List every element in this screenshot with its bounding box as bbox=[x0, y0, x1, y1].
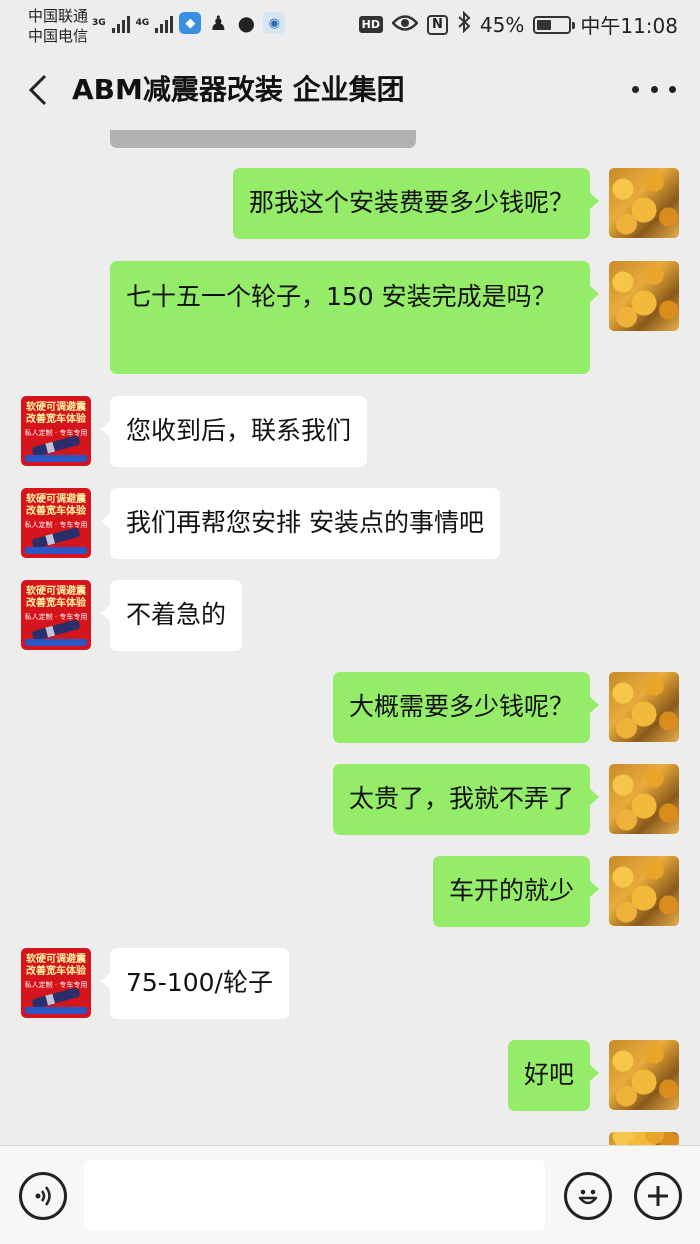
shop-avatar[interactable]: 软硬可调避震 改善宽车体验 私人定制 · 专车专用 bbox=[21, 580, 91, 650]
app-notification-icon: ◉ bbox=[263, 12, 286, 34]
avatar-text-line: 改善宽车体验 bbox=[26, 414, 86, 425]
chat-title: ABM减震器改装 企业集团 bbox=[72, 73, 405, 106]
hd-icon: HD bbox=[358, 16, 384, 33]
avatar-text-line: 软硬可调避震 bbox=[26, 494, 86, 505]
avatar-text-line: 改善宽车体验 bbox=[26, 966, 86, 977]
chat-header: ABM减震器改装 企业集团 bbox=[0, 52, 700, 128]
message-bubble-other[interactable]: 我们再帮您安排 安装点的事情吧 bbox=[101, 488, 500, 559]
message-bubble-self[interactable]: 那我这个安装费要多少钱呢？ bbox=[232, 168, 600, 239]
message-bubble-self[interactable]: 车开的就少 bbox=[432, 856, 600, 927]
my-avatar[interactable] bbox=[609, 261, 679, 331]
carrier-1: 中国联通 bbox=[28, 7, 89, 25]
battery-icon bbox=[533, 15, 576, 34]
clipped-message[interactable] bbox=[110, 130, 416, 148]
message-bubble-self[interactable]: 好吧 bbox=[507, 1040, 600, 1111]
shock-absorber-icon bbox=[31, 986, 81, 1010]
my-avatar[interactable] bbox=[609, 764, 679, 834]
input-bar bbox=[0, 1145, 700, 1244]
avatar-footer bbox=[25, 455, 87, 462]
avatar-footer bbox=[25, 639, 87, 646]
back-button[interactable] bbox=[20, 72, 56, 108]
shock-absorber-icon bbox=[31, 526, 81, 550]
signal-icon bbox=[155, 13, 174, 33]
voice-button[interactable] bbox=[19, 1172, 67, 1220]
emoji-button[interactable] bbox=[564, 1172, 612, 1220]
avatar-text-line: 软硬可调避震 bbox=[26, 586, 86, 597]
network-type-1: 3G bbox=[92, 17, 106, 28]
carrier-info: 中国联通 中国电信 bbox=[28, 6, 88, 46]
my-avatar[interactable] bbox=[609, 672, 679, 742]
avatar-footer bbox=[25, 547, 87, 554]
qq-icon: ♟ bbox=[209, 11, 228, 35]
avatar-footer bbox=[25, 1007, 87, 1014]
battery-level bbox=[537, 19, 551, 30]
avatar-text-line: 改善宽车体验 bbox=[26, 598, 86, 609]
carrier-2: 中国电信 bbox=[28, 27, 89, 45]
nfc-icon: N bbox=[427, 14, 448, 35]
status-right-icons: HD N 45% 中午11:08 bbox=[358, 10, 678, 39]
shield-icon: ◆ bbox=[179, 12, 202, 34]
battery-percent: 45% bbox=[479, 12, 525, 37]
emoji-icon bbox=[578, 1189, 598, 1205]
shock-absorber-icon bbox=[31, 434, 81, 458]
plus-icon bbox=[648, 1186, 668, 1206]
more-dot-icon bbox=[650, 85, 658, 93]
message-bubble-other[interactable]: 75-100/轮子 bbox=[101, 948, 289, 1019]
shop-avatar[interactable]: 软硬可调避震 改善宽车体验 私人定制 · 专车专用 bbox=[21, 488, 91, 558]
shop-avatar[interactable]: 软硬可调避震 改善宽车体验 私人定制 · 专车专用 bbox=[21, 396, 91, 466]
message-bubble-self[interactable]: 七十五一个轮子，150 安装完成是吗？ bbox=[110, 261, 599, 374]
avatar-text-line: 软硬可调避震 bbox=[26, 402, 86, 413]
message-bubble-self[interactable]: 大概需要多少钱呢？ bbox=[332, 672, 600, 743]
message-bubble-self[interactable]: 太贵了，我就不弄了 bbox=[332, 764, 600, 835]
shock-absorber-icon bbox=[31, 618, 81, 642]
status-bar: 中国联通 中国电信 3G 4G ◆ ♟ ● ◉ HD N 45% 中午11:08 bbox=[0, 0, 700, 50]
more-dot-icon bbox=[669, 85, 676, 93]
my-avatar[interactable] bbox=[609, 1132, 679, 1145]
message-bubble-other[interactable]: 您收到后，联系我们 bbox=[100, 396, 368, 467]
shop-avatar[interactable]: 软硬可调避震 改善宽车体验 私人定制 · 专车专用 bbox=[21, 948, 91, 1018]
my-avatar[interactable] bbox=[609, 856, 679, 926]
status-left-icons: 3G 4G ◆ ♟ ● ◉ bbox=[92, 11, 286, 35]
signal-icon bbox=[111, 13, 130, 33]
bluetooth-icon bbox=[457, 10, 471, 38]
more-functions-button[interactable] bbox=[634, 1172, 682, 1220]
avatar-text-line: 改善宽车体验 bbox=[26, 506, 86, 517]
clock: 中午11:08 bbox=[580, 14, 678, 38]
more-dot-icon bbox=[632, 85, 639, 93]
chat-bubble-icon: ● bbox=[237, 11, 256, 35]
message-input[interactable] bbox=[84, 1160, 545, 1230]
my-avatar[interactable] bbox=[609, 1040, 679, 1110]
chevron-left-icon bbox=[28, 74, 47, 106]
network-type-2: 4G bbox=[135, 17, 150, 28]
voice-icon bbox=[35, 1186, 51, 1206]
message-bubble-other[interactable]: 不着急的 bbox=[100, 580, 243, 651]
eye-icon bbox=[391, 13, 419, 37]
avatar-text-line: 软硬可调避震 bbox=[26, 954, 86, 965]
more-options-button[interactable] bbox=[632, 74, 676, 104]
my-avatar[interactable] bbox=[609, 168, 679, 238]
